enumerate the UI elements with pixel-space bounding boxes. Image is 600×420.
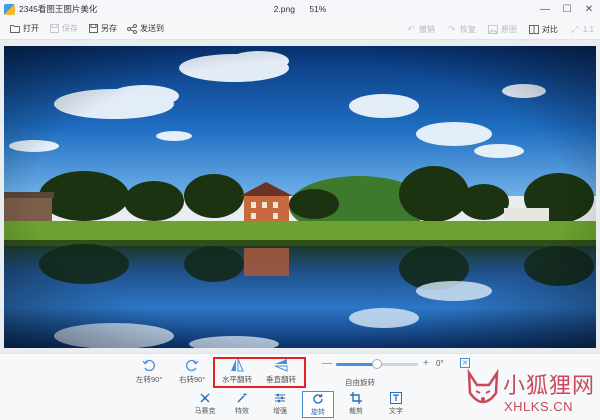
save-label: 保存 bbox=[62, 24, 78, 33]
rotate-left-button[interactable]: 左转90° bbox=[136, 358, 162, 385]
save-as-button[interactable]: 另存 bbox=[88, 23, 117, 34]
free-rotate-slider[interactable] bbox=[336, 359, 418, 369]
compare-label: 对比 bbox=[541, 24, 558, 34]
fox-logo-icon bbox=[467, 368, 499, 404]
slider-fill bbox=[336, 363, 377, 366]
original-label: 原图 bbox=[500, 24, 517, 34]
edit-actions: ↶ 撤销 ↷ 恢复 原图 对比 ⤢ 1:1 bbox=[394, 18, 594, 40]
landscape-photo bbox=[4, 46, 596, 348]
close-button[interactable]: ✕ bbox=[578, 0, 600, 18]
tab-effects[interactable]: 特效 bbox=[226, 391, 258, 418]
compare-icon bbox=[528, 24, 539, 34]
redo-button[interactable]: ↷ 恢复 bbox=[447, 24, 476, 35]
main-toolbar: 打开 保存 另存 发送到 ↶ 撤销 ↷ 恢复 原图 对比 ⤢ 1:1 bbox=[0, 18, 600, 40]
tab-text[interactable]: 文字 bbox=[380, 391, 412, 418]
tab-mosaic[interactable]: 马赛克 bbox=[189, 391, 221, 418]
tab-effects-label: 特效 bbox=[235, 408, 249, 415]
tab-mosaic-label: 马赛克 bbox=[194, 408, 216, 415]
text-icon bbox=[390, 392, 402, 404]
original-button[interactable]: 原图 bbox=[487, 24, 517, 35]
magic-wand-icon bbox=[236, 392, 248, 404]
watermark-title: 小狐狸网 bbox=[503, 374, 596, 399]
save-as-label: 另存 bbox=[101, 24, 117, 33]
undo-label: 撤销 bbox=[418, 24, 435, 34]
folder-icon bbox=[10, 24, 20, 34]
tab-enhance-label: 增强 bbox=[273, 408, 287, 415]
tab-rotate-label: 旋转 bbox=[311, 409, 325, 416]
undo-button[interactable]: ↶ 撤销 bbox=[406, 24, 435, 35]
open-label: 打开 bbox=[23, 24, 39, 33]
app-logo-icon bbox=[4, 3, 15, 15]
send-to-label: 发送到 bbox=[140, 24, 164, 33]
image-canvas bbox=[0, 40, 600, 353]
app-window: 2345看图王图片美化 2.png 51% — ☐ ✕ 打开 保存 另存 发送到… bbox=[0, 0, 600, 420]
redo-label: 恢复 bbox=[459, 24, 476, 34]
free-rotate-label: 自由旋转 bbox=[345, 378, 375, 387]
redo-icon: ↷ bbox=[448, 23, 456, 34]
rotate-left-icon bbox=[142, 358, 156, 372]
minimize-button[interactable]: — bbox=[534, 0, 556, 18]
tab-crop[interactable]: 裁剪 bbox=[340, 391, 372, 418]
open-button[interactable]: 打开 bbox=[10, 23, 39, 34]
save-icon bbox=[49, 24, 59, 34]
title-bar: 2345看图王图片美化 2.png 51% — ☐ ✕ bbox=[0, 0, 600, 18]
actual-size-icon: ⤢ bbox=[571, 23, 579, 34]
actual-size-button[interactable]: ⤢ 1:1 bbox=[570, 24, 594, 34]
window-controls: — ☐ ✕ bbox=[534, 0, 600, 18]
rotate-right-icon bbox=[185, 358, 199, 372]
file-actions: 打开 保存 另存 发送到 bbox=[0, 23, 164, 34]
image-icon bbox=[487, 24, 498, 34]
watermark-subtitle: XHLKS.CN bbox=[504, 399, 574, 414]
actual-size-label: 1:1 bbox=[582, 24, 594, 34]
photo bbox=[4, 46, 596, 348]
flip-highlight-box bbox=[213, 357, 306, 388]
file-name: 2.png bbox=[273, 4, 295, 14]
rotate-left-label: 左转90° bbox=[136, 375, 163, 384]
tab-text-label: 文字 bbox=[389, 408, 403, 415]
rotate-right-button[interactable]: 右转90° bbox=[179, 358, 205, 385]
app-title: 2345看图王图片美化 bbox=[19, 4, 98, 14]
crop-icon bbox=[350, 392, 362, 404]
send-to-button[interactable]: 发送到 bbox=[127, 23, 164, 34]
rotate-minus-button[interactable]: — bbox=[322, 358, 332, 369]
undo-icon: ↶ bbox=[407, 23, 415, 34]
angle-readout: 0° bbox=[436, 359, 444, 368]
sliders-icon bbox=[274, 392, 286, 404]
compare-button[interactable]: 对比 bbox=[528, 24, 558, 35]
rotate-plus-button[interactable]: + bbox=[423, 358, 429, 369]
zoom-level: 51% bbox=[309, 4, 327, 14]
tab-crop-label: 裁剪 bbox=[349, 408, 363, 415]
slider-thumb[interactable] bbox=[372, 359, 382, 369]
save-button[interactable]: 保存 bbox=[49, 23, 78, 34]
rotate-icon bbox=[312, 393, 324, 405]
rotate-right-label: 右转90° bbox=[179, 375, 206, 384]
tab-rotate[interactable]: 旋转 bbox=[302, 391, 334, 418]
save-as-icon bbox=[88, 24, 98, 34]
maximize-button[interactable]: ☐ bbox=[556, 0, 578, 18]
watermark: 小狐狸网 XHLKS.CN bbox=[463, 363, 600, 420]
tab-enhance[interactable]: 增强 bbox=[264, 391, 296, 418]
share-icon bbox=[127, 23, 137, 34]
mosaic-icon bbox=[199, 392, 211, 404]
